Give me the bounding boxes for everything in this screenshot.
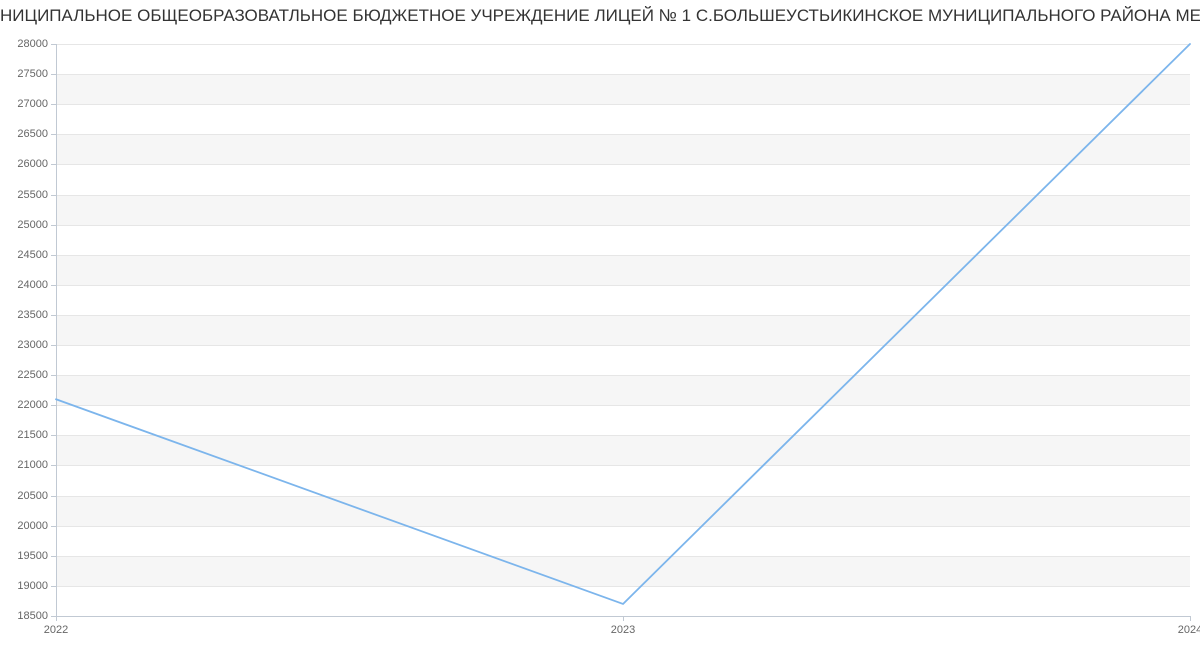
y-tick-label: 24500	[17, 249, 48, 261]
x-tick-mark	[623, 616, 624, 621]
y-tick-label: 26000	[17, 158, 48, 170]
x-tick-mark	[1190, 616, 1191, 621]
line-series	[56, 44, 1190, 616]
x-tick-label: 2023	[611, 624, 635, 636]
x-tick-label: 2024	[1178, 624, 1200, 636]
chart-title: НИЦИПАЛЬНОЕ ОБЩЕОБРАЗОВАТЛЬНОЕ БЮДЖЕТНОЕ…	[0, 6, 1200, 26]
y-tick-label: 25500	[17, 189, 48, 201]
x-tick-label: 2022	[44, 624, 68, 636]
y-tick-label: 19000	[17, 580, 48, 592]
y-tick-label: 24000	[17, 279, 48, 291]
series-line	[56, 44, 1190, 604]
y-tick-label: 20500	[17, 490, 48, 502]
y-tick-label: 28000	[17, 38, 48, 50]
chart-container: НИЦИПАЛЬНОЕ ОБЩЕОБРАЗОВАТЛЬНОЕ БЮДЖЕТНОЕ…	[0, 0, 1200, 650]
y-tick-label: 25000	[17, 219, 48, 231]
y-tick-label: 20000	[17, 520, 48, 532]
y-tick-label: 21500	[17, 429, 48, 441]
plot-area: 1850019000195002000020500210002150022000…	[56, 44, 1190, 616]
y-tick-label: 27000	[17, 98, 48, 110]
y-tick-label: 23500	[17, 309, 48, 321]
y-tick-label: 21000	[17, 459, 48, 471]
x-tick-mark	[56, 616, 57, 621]
y-tick-label: 26500	[17, 128, 48, 140]
y-tick-label: 23000	[17, 339, 48, 351]
y-tick-label: 18500	[17, 610, 48, 622]
y-tick-label: 22000	[17, 399, 48, 411]
y-tick-label: 27500	[17, 68, 48, 80]
y-tick-label: 22500	[17, 369, 48, 381]
y-tick-label: 19500	[17, 550, 48, 562]
